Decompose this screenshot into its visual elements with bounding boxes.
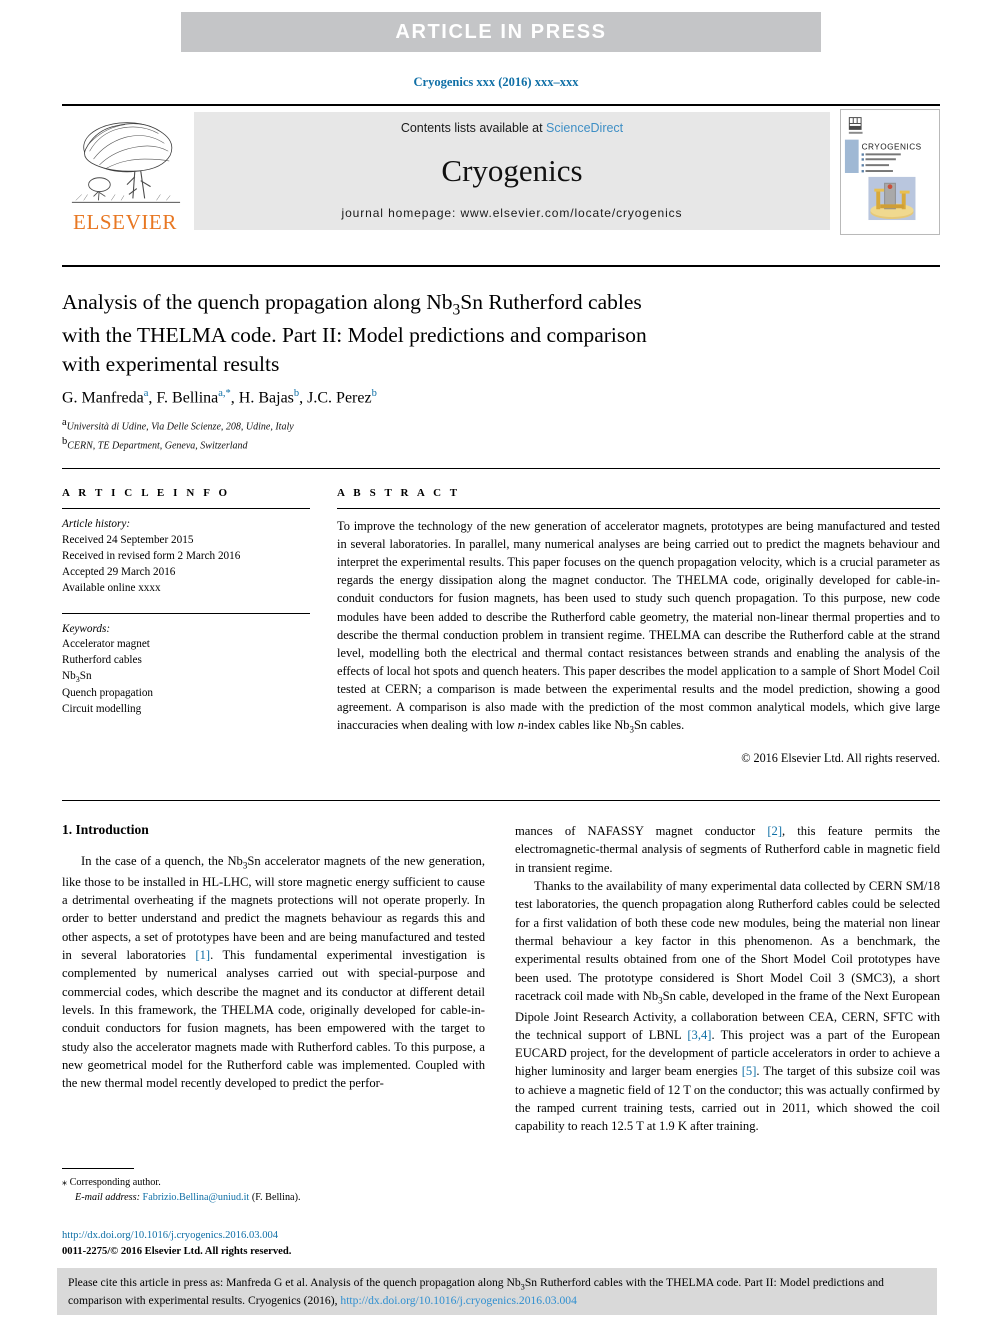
paragraph: In the case of a quench, the Nb3Sn accel… xyxy=(62,854,485,1091)
journal-band: Contents lists available at ScienceDirec… xyxy=(194,112,830,230)
body-column-right: mances of NAFASSY magnet conductor [2], … xyxy=(515,822,940,1136)
abstract-column: A B S T R A C T To improve the technolog… xyxy=(337,487,940,766)
body-column-left: In the case of a quench, the Nb3Sn accel… xyxy=(62,852,485,1092)
citation-footer-box: Please cite this article in press as: Ma… xyxy=(57,1268,937,1315)
footnote-rule xyxy=(62,1168,134,1169)
svg-text:CRYOGENICS: CRYOGENICS xyxy=(862,142,922,151)
abstract-text: To improve the technology of the new gen… xyxy=(337,519,940,735)
keyword-item: Accelerator magnet xyxy=(62,638,150,651)
author-name: H. Bajas xyxy=(238,389,294,407)
paragraph: Thanks to the availability of many exper… xyxy=(515,878,941,1134)
email-label: E-mail address: xyxy=(75,1192,140,1204)
elsevier-logo: ELSEVIER xyxy=(62,109,188,233)
keywords-label: Keywords: xyxy=(62,622,111,635)
title-line-3: with experimental results xyxy=(62,351,280,376)
reference-link-2[interactable]: [2] xyxy=(767,824,782,838)
article-in-press-banner: ARTICLE IN PRESS xyxy=(181,12,821,52)
email-line: E-mail address: Fabrizio.Bellina@uniud.i… xyxy=(62,1190,485,1205)
article-info-heading: A R T I C L E I N F O xyxy=(62,487,231,499)
affiliation-text: Università di Udine, Via Delle Scienze, … xyxy=(66,421,294,433)
corresponding-author-note: ⁎ Corresponding author. E-mail address: … xyxy=(62,1175,485,1206)
reference-link-5[interactable]: [5] xyxy=(742,1064,757,1078)
elsevier-tree-icon xyxy=(71,122,181,203)
elsevier-wordmark: ELSEVIER xyxy=(73,210,177,234)
journal-cover-image: CRYOGENICS xyxy=(841,110,939,234)
article-history-block: Article history: Received 24 September 2… xyxy=(62,517,310,597)
author-affiliation-mark: b xyxy=(293,388,300,399)
author-affiliation-mark: a,* xyxy=(218,388,231,399)
email-link[interactable]: Fabrizio.Bellina@uniud.it xyxy=(143,1192,250,1203)
affiliation-item: bCERN, TE Department, Geneva, Switzerlan… xyxy=(62,435,902,454)
history-item: Accepted 29 March 2016 xyxy=(62,565,176,578)
reference-link-3-4[interactable]: [3,4] xyxy=(687,1028,711,1042)
info-zone-top-rule xyxy=(62,468,940,469)
keyword-item: Circuit modelling xyxy=(62,702,142,715)
paragraph: mances of NAFASSY magnet conductor [2], … xyxy=(515,824,940,875)
reference-link-1[interactable]: [1] xyxy=(195,948,210,962)
history-item: Received in revised form 2 March 2016 xyxy=(62,549,241,562)
author-affiliation-mark: a xyxy=(143,388,149,399)
author-name: F. Bellina xyxy=(156,389,219,407)
journal-masthead: ELSEVIER Contents lists available at Sci… xyxy=(62,104,940,236)
affiliation-item: aUniversità di Udine, Via Delle Scienze,… xyxy=(62,416,902,435)
section-title-introduction: 1. Introduction xyxy=(62,822,149,837)
citation-text-line-1: Please cite this article in press as: Ma… xyxy=(68,1276,777,1292)
title-line-1: Analysis of the quench propagation along… xyxy=(62,290,642,319)
article-info-rule xyxy=(62,508,310,509)
keyword-item: Quench propagation xyxy=(62,686,154,699)
author-affiliation-mark: b xyxy=(371,388,377,399)
doi-link[interactable]: http://dx.doi.org/10.1016/j.cryogenics.2… xyxy=(62,1230,278,1241)
author-list: G. Manfredaa, F. Bellinaa,*, H. Bajasb, … xyxy=(62,388,377,407)
keywords-rule xyxy=(62,612,310,614)
corresponding-author-line: ⁎ Corresponding author. xyxy=(62,1175,485,1190)
abstract-copyright: © 2016 Elsevier Ltd. All rights reserved… xyxy=(741,750,940,765)
doi-block: http://dx.doi.org/10.1016/j.cryogenics.2… xyxy=(62,1228,492,1260)
journal-homepage-line: journal homepage: www.elsevier.com/locat… xyxy=(341,206,683,220)
page-title: Analysis of the quench propagation along… xyxy=(62,288,852,379)
keyword-item: Rutherford cables xyxy=(62,654,142,667)
author-name: J.C. Perez xyxy=(307,389,372,407)
author-name: G. Manfreda xyxy=(62,389,144,407)
article-in-press-label: ARTICLE IN PRESS xyxy=(395,20,607,43)
title-top-rule xyxy=(62,265,940,267)
title-line-2: with the THELMA code. Part II: Model pre… xyxy=(62,322,647,347)
corresponding-author-text: Corresponding author. xyxy=(69,1177,161,1188)
footnote-block: ⁎ Corresponding author. E-mail address: … xyxy=(62,1168,485,1206)
sciencedirect-link[interactable]: ScienceDirect xyxy=(546,121,623,135)
email-owner: (F. Bellina). xyxy=(251,1192,301,1204)
info-zone-bottom-rule xyxy=(62,800,940,801)
contents-available-line: Contents lists available at ScienceDirec… xyxy=(401,121,623,135)
keyword-item: Nb3Sn xyxy=(62,670,92,685)
abstract-rule xyxy=(337,508,940,509)
affiliation-list: aUniversità di Udine, Via Delle Scienze,… xyxy=(62,416,902,453)
history-item: Available online xxxx xyxy=(62,581,161,594)
citation-doi-link[interactable]: http://dx.doi.org/10.1016/j.cryogenics.2… xyxy=(340,1294,576,1307)
issn-copyright-line: 0011-2275/© 2016 Elsevier Ltd. All right… xyxy=(62,1245,292,1257)
article-history-label: Article history: xyxy=(62,518,131,530)
corresponding-author-mark: ⁎ xyxy=(62,1177,68,1188)
affiliation-text: CERN, TE Department, Geneva, Switzerland xyxy=(67,439,248,451)
keywords-block: Keywords: Accelerator magnet Rutherford … xyxy=(62,622,310,718)
history-item: Received 24 September 2015 xyxy=(62,533,194,546)
journal-cover-thumbnail: CRYOGENICS xyxy=(840,109,940,235)
article-info-column: A R T I C L E I N F O Article history: R… xyxy=(62,487,310,718)
abstract-heading: A B S T R A C T xyxy=(337,487,461,499)
contents-prefix: Contents lists available at xyxy=(400,121,547,135)
journal-title: Cryogenics xyxy=(441,153,583,188)
journal-reference-line: Cryogenics xxx (2016) xxx–xxx xyxy=(413,75,579,89)
